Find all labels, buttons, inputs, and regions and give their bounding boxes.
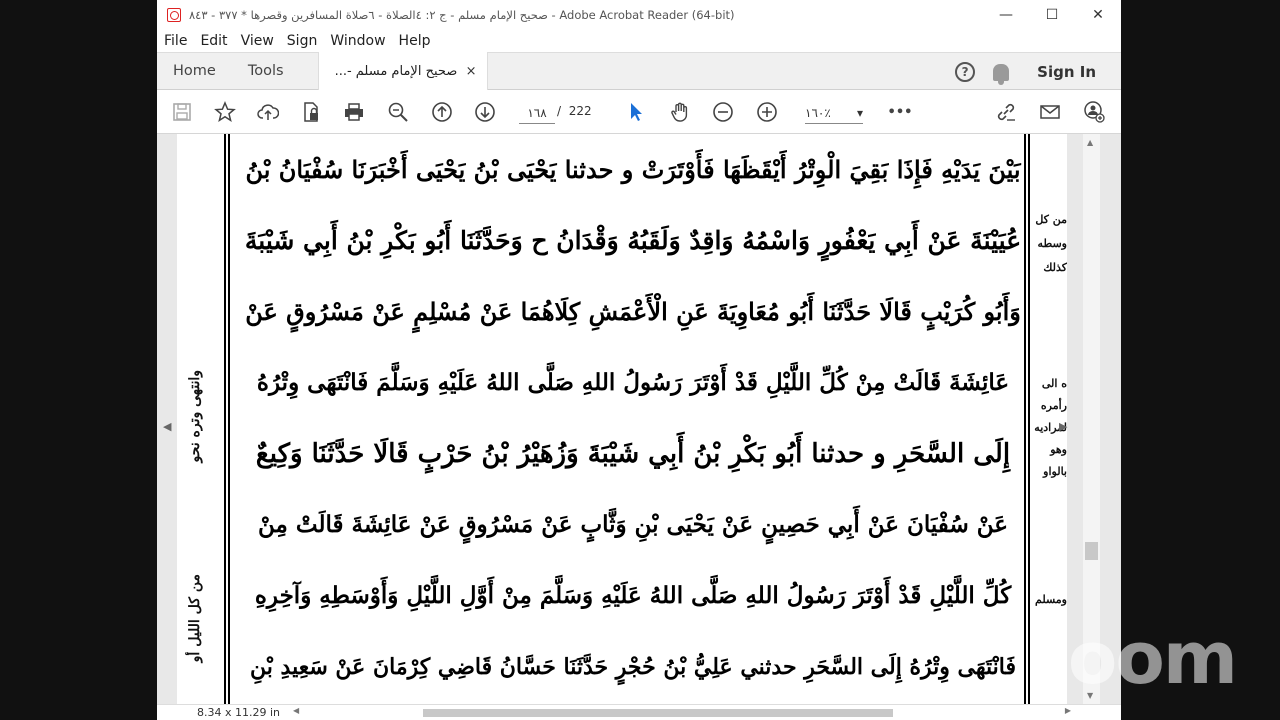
page-count: / 222 xyxy=(557,104,592,118)
sign-in-button[interactable]: Sign In xyxy=(1037,63,1096,81)
text-line: عُيَيْنَةَ عَنْ أَبِي يَعْفُورٍ وَاسْمُه… xyxy=(244,226,1022,255)
right-margin-note: بالواو xyxy=(1043,465,1067,478)
main-toolbar: ١٦٨ / 222 ١٦٠٪ ▾ ••• xyxy=(157,90,1121,134)
menu-edit[interactable]: Edit xyxy=(200,33,227,49)
zoom-in-icon[interactable] xyxy=(756,101,778,123)
document-viewer[interactable]: ◀ وانتهى وتره نحو من كل الليل أو بَيْنَ … xyxy=(157,134,1121,704)
page-number-input[interactable]: ١٦٨ xyxy=(519,100,555,124)
acrobat-window: صحيح الإمام مسلم - ج ٢: ٤الصلاة - ٦صلاة … xyxy=(157,0,1121,720)
previous-page-icon[interactable] xyxy=(431,101,453,123)
select-cursor-icon[interactable] xyxy=(625,101,647,123)
add-user-icon[interactable] xyxy=(1083,101,1105,123)
zoom-watermark-logo: zoom xyxy=(1028,616,1238,700)
hand-tool-icon[interactable] xyxy=(669,101,691,123)
right-margin-note: من كل xyxy=(1035,213,1067,226)
maximize-button[interactable]: ☐ xyxy=(1029,0,1075,30)
left-margin-note: وانتهى وتره نحو xyxy=(187,370,203,463)
vertical-scroll-thumb[interactable] xyxy=(1085,542,1098,560)
window-title: صحيح الإمام مسلم - ج ٢: ٤الصلاة - ٦صلاة … xyxy=(189,8,735,22)
right-margin-note: وهو xyxy=(1050,443,1067,456)
right-panel-toggle-icon[interactable]: ▶ xyxy=(1059,420,1067,433)
close-window-button[interactable]: ✕ xyxy=(1075,0,1121,30)
horizontal-scrollbar[interactable]: ◀ ▶ xyxy=(287,706,1077,719)
left-margin-note: من كل الليل أو xyxy=(187,574,203,663)
right-margin-note: ه الى xyxy=(1041,377,1067,390)
zoom-level-select[interactable]: ١٦٠٪ ▾ xyxy=(805,100,863,124)
menu-file[interactable]: File xyxy=(164,33,187,49)
protect-file-icon[interactable] xyxy=(300,101,322,123)
horizontal-scroll-thumb[interactable] xyxy=(423,709,893,717)
cloud-upload-icon[interactable] xyxy=(257,101,279,123)
right-margin-note: ومسلم xyxy=(1035,593,1067,606)
page-separator: / xyxy=(557,104,562,118)
chevron-down-icon: ▾ xyxy=(856,106,863,120)
text-line: وَأَبُو كُرَيْبٍ قَالَا حَدَّثَنَا أَبُو… xyxy=(245,297,1021,326)
tab-close-button[interactable]: × xyxy=(466,64,477,79)
menu-help[interactable]: Help xyxy=(399,33,431,49)
menu-window[interactable]: Window xyxy=(330,33,385,49)
bookmark-star-icon[interactable] xyxy=(214,101,236,123)
zoom-out-icon[interactable] xyxy=(712,101,734,123)
page-size-label: 8.34 x 11.29 in xyxy=(197,706,281,719)
mail-icon[interactable] xyxy=(1039,101,1061,123)
page-total: 222 xyxy=(568,104,592,118)
tab-tools[interactable]: Tools xyxy=(232,52,300,90)
acrobat-app-icon xyxy=(167,8,181,22)
help-icon[interactable]: ? xyxy=(955,62,976,82)
scroll-left-icon[interactable]: ◀ xyxy=(293,706,299,715)
left-panel-toggle-icon[interactable]: ◀ xyxy=(163,420,171,433)
next-page-icon[interactable] xyxy=(474,101,496,123)
pdf-page: وانتهى وتره نحو من كل الليل أو بَيْنَ يَ… xyxy=(177,134,1067,704)
menu-sign[interactable]: Sign xyxy=(287,33,318,49)
scroll-right-icon[interactable]: ▶ xyxy=(1065,706,1071,715)
print-icon[interactable] xyxy=(343,101,365,123)
right-margin-note: كذلك xyxy=(1043,261,1067,274)
notification-bell-icon[interactable] xyxy=(993,63,1010,85)
tab-home[interactable]: Home xyxy=(157,52,232,90)
zoom-level-value: ١٦٠٪ xyxy=(805,106,831,120)
text-line: إِلَى السَّحَرِ و حدثنا أَبُو بَكْرِ بْن… xyxy=(255,438,1011,469)
text-line: فَانْتَهَى وِتْرُهُ إِلَى السَّحَرِ حدثن… xyxy=(250,653,1017,680)
save-icon[interactable] xyxy=(171,101,193,123)
text-line: عَائِشَةَ قَالَتْ مِنْ كُلِّ اللَّيْلِ ق… xyxy=(256,369,1010,396)
right-margin-note: رأمره xyxy=(1040,399,1067,412)
search-zoom-icon[interactable] xyxy=(387,101,409,123)
tab-document-label: صحيح الإمام مسلم -... xyxy=(334,63,458,79)
title-bar: صحيح الإمام مسلم - ج ٢: ٤الصلاة - ٦صلاة … xyxy=(157,0,1121,30)
more-tools-icon[interactable]: ••• xyxy=(888,101,913,123)
menu-view[interactable]: View xyxy=(241,33,274,49)
link-sign-icon[interactable] xyxy=(995,101,1017,123)
text-line: كُلِّ اللَّيْلِ قَدْ أَوْتَرَ رَسُولُ ال… xyxy=(254,582,1012,609)
menu-bar: File Edit View Sign Window Help xyxy=(157,30,1121,52)
status-bar: 8.34 x 11.29 in ◀ ▶ xyxy=(157,704,1121,720)
tab-bar: Home Tools صحيح الإمام مسلم -... × ? Sig… xyxy=(157,52,1121,90)
screen: صحيح الإمام مسلم - ج ٢: ٤الصلاة - ٦صلاة … xyxy=(0,0,1280,720)
arabic-text-body: بَيْنَ يَدَيْهِ فَإِذَا بَقِيَ الْوِتْرُ… xyxy=(243,134,1023,704)
tab-document[interactable]: صحيح الإمام مسلم -... × xyxy=(317,52,488,90)
tab-bar-right: ? Sign In xyxy=(955,53,1121,91)
minimize-button[interactable]: — xyxy=(983,0,1029,30)
left-margin-notes: وانتهى وتره نحو من كل الليل أو xyxy=(181,134,221,704)
text-line: بَيْنَ يَدَيْهِ فَإِذَا بَقِيَ الْوِتْرُ… xyxy=(245,155,1021,184)
text-line: عَنْ سُفْيَانَ عَنْ أَبِي حَصِينٍ عَنْ ي… xyxy=(258,511,1008,538)
right-margin-note: وسطه xyxy=(1037,237,1067,250)
scroll-up-icon[interactable]: ▲ xyxy=(1087,138,1093,147)
